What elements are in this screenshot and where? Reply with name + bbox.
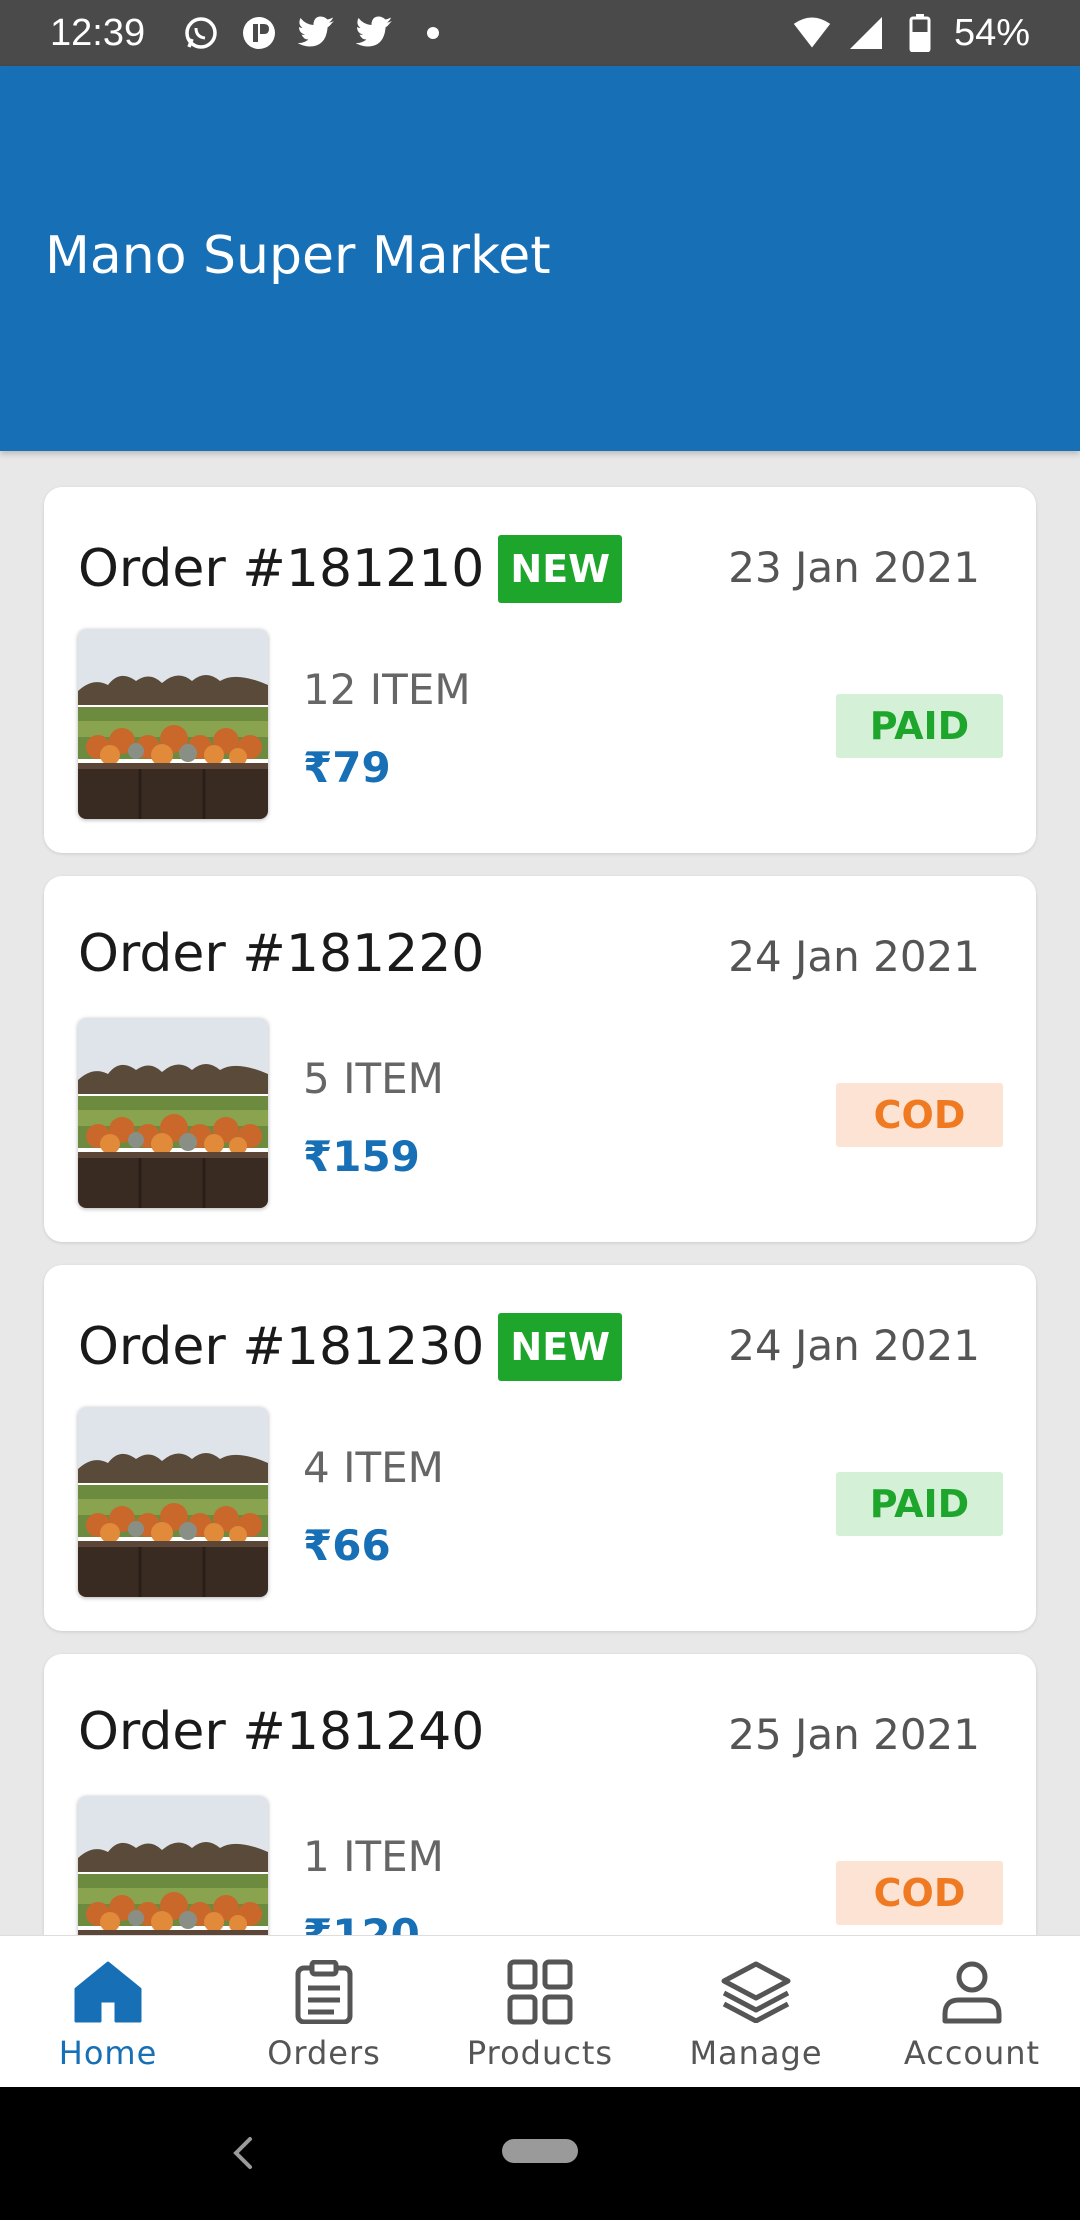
nav-item-orders[interactable]: Orders (216, 1936, 432, 2087)
status-time: 12:39 (50, 11, 146, 54)
order-card[interactable]: Order #181220 24 Jan 2021 5 ITEM ₹159 CO… (44, 876, 1036, 1242)
item-count: 5 ITEM (303, 1054, 444, 1103)
order-date: 24 Jan 2021 (728, 1321, 980, 1370)
nav-item-account[interactable]: Account (864, 1936, 1080, 2087)
order-card[interactable]: Order #181210 NEW 23 Jan 2021 12 ITEM ₹7… (44, 487, 1036, 853)
order-title: Order #181220 (78, 924, 485, 984)
nav-label-manage: Manage (689, 2034, 823, 2072)
dot-icon (413, 13, 453, 53)
home-pill[interactable] (502, 2139, 578, 2163)
app-icon (239, 13, 279, 53)
order-date: 24 Jan 2021 (728, 932, 980, 981)
payment-status-badge: COD (836, 1861, 1003, 1925)
battery-icon (900, 13, 940, 53)
home-icon (72, 1956, 144, 2028)
system-nav-bar (0, 2087, 1080, 2220)
signal-icon (846, 13, 886, 53)
item-count: 12 ITEM (303, 665, 471, 714)
order-card[interactable]: Order #181240 25 Jan 2021 1 ITEM ₹120 CO… (44, 1654, 1036, 1935)
order-title: Order #181210 (78, 539, 485, 599)
order-title-row: Order #181220 (78, 924, 484, 984)
twitter-icon (355, 13, 395, 53)
status-right: 54% (792, 12, 1030, 55)
order-price: ₹120 (303, 1910, 420, 1935)
battery-percent: 54% (953, 11, 1030, 54)
bottom-nav: Home Orders Products Manage Account (0, 1935, 1080, 2087)
grid-icon (504, 1956, 576, 2028)
order-thumbnail (78, 1796, 268, 1935)
clipboard-icon (288, 1956, 360, 2028)
order-list[interactable]: Order #181210 NEW 23 Jan 2021 12 ITEM ₹7… (0, 451, 1080, 1935)
order-price: ₹159 (303, 1132, 420, 1181)
nav-item-manage[interactable]: Manage (648, 1936, 864, 2087)
payment-status-badge: PAID (836, 1472, 1003, 1536)
payment-status-badge: COD (836, 1083, 1003, 1147)
order-price: ₹79 (303, 743, 391, 792)
nav-label-account: Account (903, 2034, 1041, 2072)
order-date: 25 Jan 2021 (728, 1710, 980, 1759)
payment-status-badge: PAID (836, 694, 1003, 758)
item-count: 4 ITEM (303, 1443, 444, 1492)
nav-item-products[interactable]: Products (432, 1936, 648, 2087)
order-date: 23 Jan 2021 (728, 543, 980, 592)
nav-label-orders: Orders (267, 2034, 381, 2072)
order-title-row: Order #181230 NEW (78, 1313, 623, 1381)
order-thumbnail (78, 629, 268, 819)
order-thumbnail (78, 1018, 268, 1208)
new-badge: NEW (498, 1313, 623, 1381)
layers-icon (720, 1956, 792, 2028)
back-icon[interactable] (222, 2123, 262, 2183)
new-badge: NEW (498, 535, 623, 603)
twitter-icon (297, 13, 337, 53)
item-count: 1 ITEM (303, 1832, 444, 1881)
nav-item-home[interactable]: Home (0, 1936, 216, 2087)
order-thumbnail (78, 1407, 268, 1597)
order-title: Order #181230 (78, 1317, 485, 1377)
nav-label-products: Products (466, 2034, 614, 2072)
order-title-row: Order #181240 (78, 1702, 484, 1762)
status-left: 12:39 (50, 12, 453, 55)
order-title-row: Order #181210 NEW (78, 535, 623, 603)
page-title: Mano Super Market (45, 226, 551, 286)
order-title: Order #181240 (78, 1702, 485, 1762)
order-price: ₹66 (303, 1521, 391, 1570)
whatsapp-icon (181, 13, 221, 53)
app-header: Mano Super Market (0, 66, 1080, 451)
wifi-icon (792, 13, 832, 53)
nav-label-home: Home (58, 2034, 158, 2072)
status-bar: 12:39 54% (0, 0, 1080, 66)
order-card[interactable]: Order #181230 NEW 24 Jan 2021 4 ITEM ₹66… (44, 1265, 1036, 1631)
person-icon (936, 1956, 1008, 2028)
